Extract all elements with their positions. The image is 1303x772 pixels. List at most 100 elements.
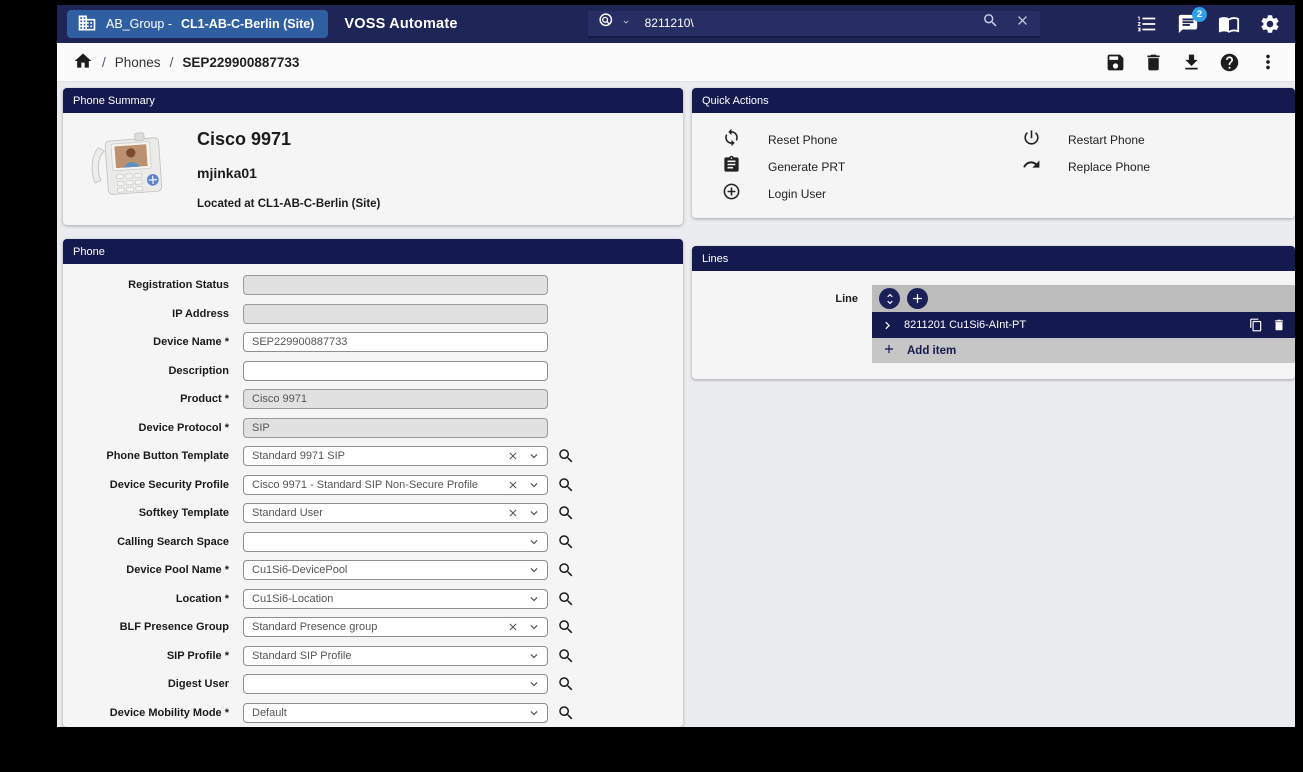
lookup-search-icon[interactable] [557, 647, 575, 665]
chevron-down-icon[interactable] [527, 535, 541, 549]
search-scope-icon[interactable] [598, 12, 615, 34]
sync-icon [722, 128, 741, 152]
chat-icon[interactable]: 2 [1177, 13, 1199, 35]
quick-action-label: Login User [768, 187, 826, 201]
input-device-name[interactable]: SEP229900887733 [243, 332, 548, 352]
chevron-down-icon[interactable] [527, 620, 541, 634]
help-icon[interactable] [1219, 52, 1240, 73]
search-clear-icon[interactable] [1015, 13, 1030, 33]
global-search[interactable]: 8211210\ [588, 11, 1040, 38]
input-description[interactable] [243, 361, 548, 381]
field-label-product: Product * [63, 393, 229, 405]
select-device-mobility-mode[interactable]: Default [243, 703, 548, 723]
clear-icon[interactable] [507, 621, 519, 633]
form-row-device-security-profile: Device Security Profile Cisco 9971 - Stan… [63, 471, 683, 500]
quick-action-label: Restart Phone [1068, 133, 1145, 147]
field-value: Cisco 9971 - Standard SIP Non-Secure Pro… [252, 479, 507, 491]
chevron-down-icon[interactable] [527, 563, 541, 577]
clear-icon[interactable] [507, 450, 519, 462]
search-input[interactable]: 8211210\ [645, 16, 976, 30]
form-row-location: Location *Cu1Si6-Location [63, 585, 683, 614]
form-row-phone-button-template: Phone Button TemplateStandard 9971 SIP [63, 442, 683, 471]
line-item-label: 8211201 Cu1Si6-AInt-PT [904, 319, 1240, 331]
select-phone-button-template[interactable]: Standard 9971 SIP [243, 446, 548, 466]
quick-action-restart-phone[interactable]: Restart Phone [1022, 126, 1150, 153]
copy-icon[interactable] [1249, 318, 1263, 332]
field-label-device-pool-name: Device Pool Name * [63, 564, 229, 576]
chevron-down-icon[interactable] [527, 649, 541, 663]
quick-action-reset-phone[interactable]: Reset Phone [722, 126, 1022, 153]
chevron-down-icon[interactable] [527, 449, 541, 463]
tenant-prefix: AB_Group - [106, 17, 172, 31]
home-icon[interactable] [73, 51, 93, 74]
field-value: Standard User [252, 507, 507, 519]
select-blf-presence-group[interactable]: Standard Presence group [243, 617, 548, 637]
lookup-search-icon[interactable] [557, 618, 575, 636]
clear-icon[interactable] [507, 507, 519, 519]
select-location[interactable]: Cu1Si6-Location [243, 589, 548, 609]
field-label-calling-search-space: Calling Search Space [63, 536, 229, 548]
lookup-search-icon[interactable] [557, 590, 575, 608]
lookup-search-icon[interactable] [557, 476, 575, 494]
numbered-list-icon[interactable] [1136, 13, 1158, 35]
chevron-down-icon[interactable] [527, 506, 541, 520]
hierarchy-selector[interactable]: AB_Group - CL1-AB-C-Berlin (Site) [67, 10, 328, 38]
delete-line-icon[interactable] [1272, 318, 1286, 332]
lookup-search-icon[interactable] [557, 447, 575, 465]
quick-actions-panel: Quick Actions Reset PhoneGenerate PRTLog… [692, 88, 1295, 218]
select-sip-profile[interactable]: Standard SIP Profile [243, 646, 548, 666]
reorder-lines-button[interactable] [879, 288, 900, 309]
lookup-search-icon[interactable] [557, 504, 575, 522]
field-label-ip-address: IP Address [63, 308, 229, 320]
save-icon[interactable] [1105, 52, 1126, 73]
chevron-down-icon[interactable] [527, 478, 541, 492]
select-softkey-template[interactable]: Standard User [243, 503, 548, 523]
quick-action-generate-prt[interactable]: Generate PRT [722, 153, 1022, 180]
quick-action-replace-phone[interactable]: Replace Phone [1022, 153, 1150, 180]
search-submit-icon[interactable] [982, 12, 999, 34]
input-ip-address [243, 304, 548, 324]
phone-panel-header: Phone [63, 239, 683, 264]
breadcrumb-bar: / Phones / SEP229900887733 [57, 43, 1295, 82]
app-window: AB_Group - CL1-AB-C-Berlin (Site) VOSS A… [57, 5, 1295, 727]
chevron-down-icon[interactable] [527, 592, 541, 606]
clear-icon[interactable] [507, 479, 519, 491]
input-product: Cisco 9971 [243, 389, 548, 409]
form-row-ip-address: IP Address [63, 300, 683, 329]
chevron-down-icon[interactable] [527, 677, 541, 691]
lookup-search-icon[interactable] [557, 675, 575, 693]
power-icon [1022, 128, 1041, 152]
field-label-device-security-profile: Device Security Profile [63, 479, 229, 491]
search-scope-chevron-icon[interactable] [621, 14, 631, 32]
chevron-down-icon[interactable] [527, 706, 541, 720]
form-row-description: Description [63, 357, 683, 386]
phone-owner: mjinka01 [197, 165, 380, 181]
field-label-registration-status: Registration Status [63, 279, 229, 291]
select-calling-search-space[interactable] [243, 532, 548, 552]
breadcrumb-phones[interactable]: Phones [115, 55, 161, 70]
lookup-search-icon[interactable] [557, 533, 575, 551]
phone-panel: Phone Registration Status IP Address Devic… [63, 239, 683, 727]
phone-location-text: Located at CL1-AB-C-Berlin (Site) [197, 198, 380, 210]
gear-icon[interactable] [1259, 13, 1281, 35]
tenant-site: CL1-AB-C-Berlin (Site) [181, 17, 314, 31]
lines-panel-header: Lines [692, 246, 1295, 271]
quick-action-login-user[interactable]: Login User [722, 180, 1022, 207]
select-digest-user[interactable] [243, 674, 548, 694]
select-device-pool-name[interactable]: Cu1Si6-DevicePool [243, 560, 548, 580]
add-item-button[interactable]: Add item [872, 338, 1295, 363]
content-area: Phone Summary [57, 82, 1295, 727]
line-item[interactable]: 8211201 Cu1Si6-AInt-PT [872, 312, 1295, 338]
form-row-softkey-template: Softkey TemplateStandard User [63, 499, 683, 528]
lookup-search-icon[interactable] [557, 561, 575, 579]
expand-chevron-icon[interactable] [880, 318, 895, 333]
field-value: Cu1Si6-Location [252, 593, 527, 605]
select-device-security-profile[interactable]: Cisco 9971 - Standard SIP Non-Secure Pro… [243, 475, 548, 495]
delete-icon[interactable] [1143, 52, 1164, 73]
more-options-icon[interactable] [1257, 51, 1279, 73]
add-line-button[interactable] [907, 288, 928, 309]
book-icon[interactable] [1218, 13, 1240, 35]
lookup-search-icon[interactable] [557, 704, 575, 722]
download-icon[interactable] [1181, 52, 1202, 73]
quick-action-label: Generate PRT [768, 160, 845, 174]
